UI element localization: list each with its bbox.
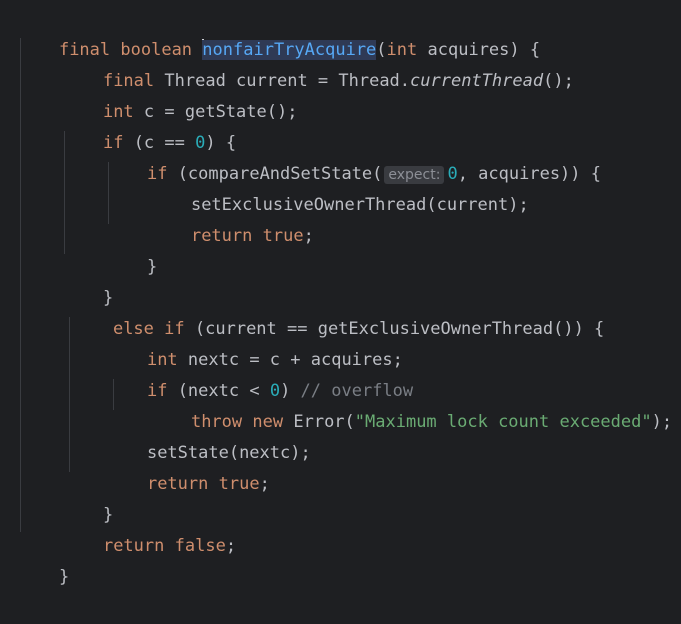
code-line[interactable]: int nextc = c + acquires; [106, 314, 403, 370]
code-line[interactable]: if (nextc < 0) // overflow [106, 345, 413, 401]
code-line[interactable]: setExclusiveOwnerThread(current); [150, 159, 529, 215]
keyword: true [262, 226, 304, 246]
code-line[interactable]: final boolean nonfairTryAcquire(int acqu… [18, 4, 540, 60]
code-text: } [58, 567, 70, 587]
string-literal: "Maximum lock count exceeded" [354, 412, 652, 432]
code-line[interactable]: } [62, 469, 113, 525]
code-text: ; [303, 226, 314, 246]
code-line[interactable]: } [62, 252, 113, 308]
static-method-call: currentThread [410, 71, 544, 91]
code-editor[interactable]: final boolean nonfairTryAcquire(int acqu… [0, 0, 681, 587]
keyword: true [218, 474, 260, 494]
code-line[interactable]: return true; [150, 190, 314, 246]
code-text: ; [259, 474, 270, 494]
code-line[interactable]: if (compareAndSetState(expect: 0, acquire… [106, 128, 601, 184]
indent-guide [20, 38, 21, 532]
keyword: return [146, 474, 209, 494]
code-text: (); [543, 71, 574, 91]
code-line[interactable]: int c = getState(); [62, 66, 298, 122]
code-line[interactable]: return false; [62, 500, 236, 556]
code-line[interactable]: else if (current == getExclusiveOwnerThr… [72, 283, 604, 339]
code-line[interactable]: if (c == 0) { [62, 97, 236, 153]
code-line[interactable]: final Thread current = Thread.currentThr… [62, 35, 574, 91]
code-text: } [146, 257, 158, 277]
code-line[interactable]: } [106, 221, 157, 277]
code-line[interactable]: setState(nextc); [106, 407, 311, 463]
code-line[interactable]: return true; [106, 438, 270, 494]
code-line[interactable]: } [18, 531, 69, 587]
code-text: ; [225, 536, 237, 556]
code-line[interactable]: throw new Error("Maximum lock count exce… [150, 376, 672, 432]
code-text: ); [651, 412, 673, 432]
keyword: false [174, 536, 226, 556]
keyword: return [102, 536, 165, 556]
keyword: return [190, 226, 253, 246]
